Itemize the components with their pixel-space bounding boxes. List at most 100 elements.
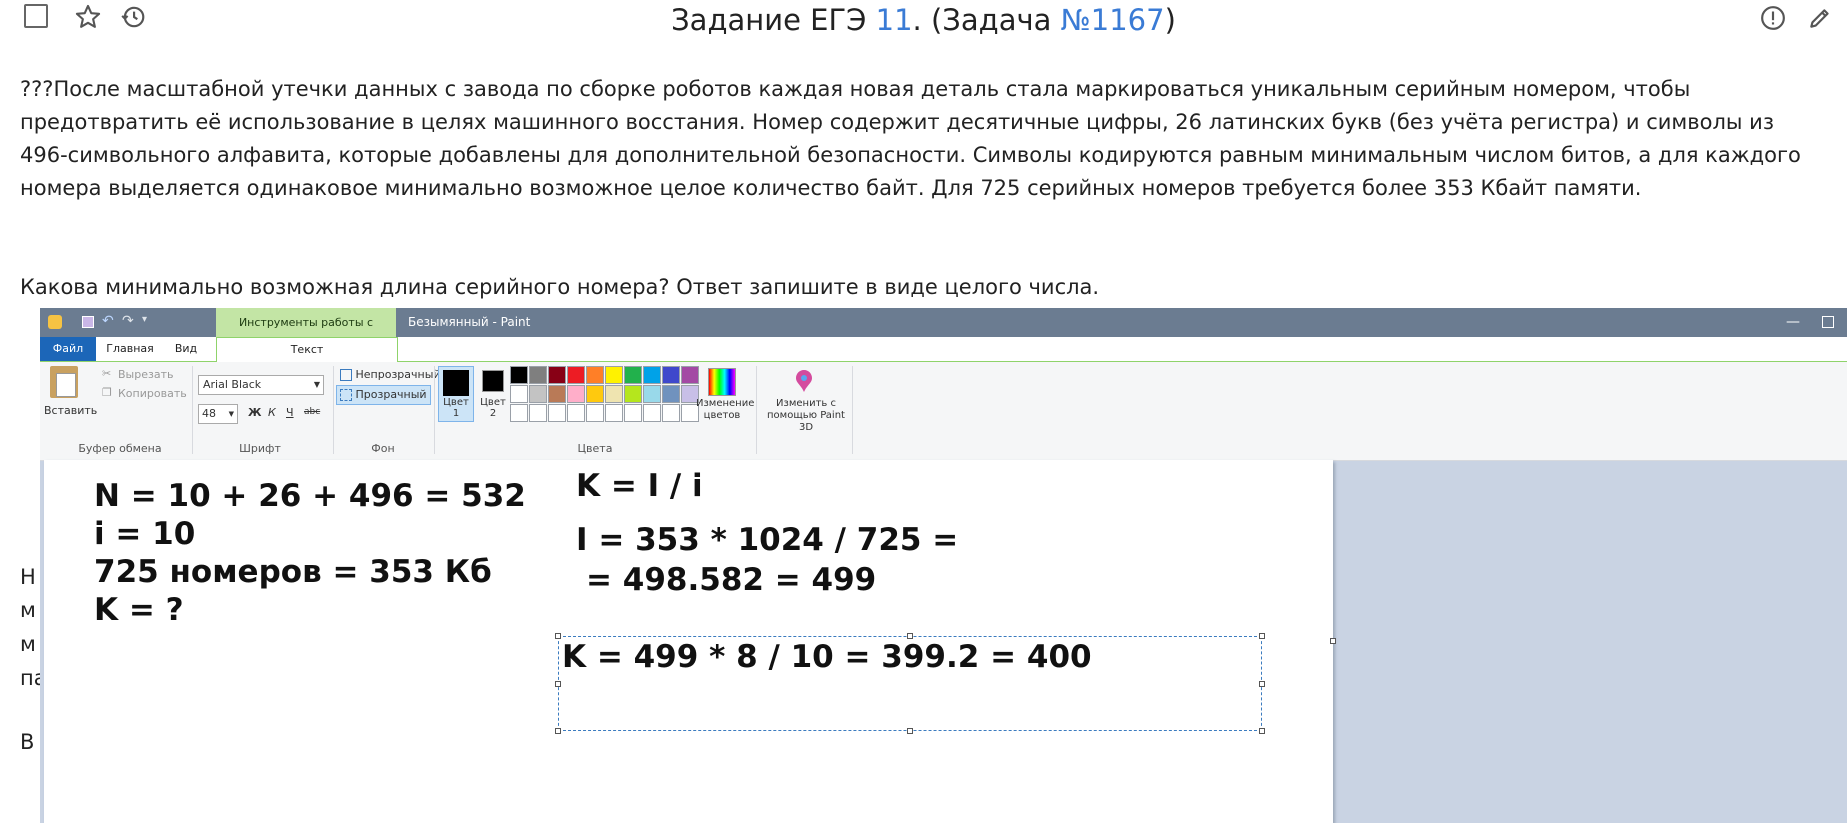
italic-button[interactable]: К [268, 406, 276, 419]
font-size-select[interactable]: 48 ▼ [198, 404, 238, 424]
palette-swatch-empty[interactable] [567, 404, 585, 422]
window-title: Безымянный - Paint [408, 315, 531, 329]
paint3d-icon[interactable] [792, 368, 816, 394]
color1-swatch [443, 370, 469, 396]
text-selection-box[interactable]: K = 499 * 8 / 10 = 399.2 = 400 [558, 636, 1262, 731]
palette-swatch-lime[interactable] [624, 385, 642, 403]
palette-swatch-black[interactable] [510, 366, 528, 384]
chevron-down-icon: ▼ [313, 380, 320, 389]
canvas-resize-handle[interactable] [1330, 638, 1336, 644]
palette-swatch-brown[interactable] [548, 385, 566, 403]
palette-swatch-lightturquoise[interactable] [643, 385, 661, 403]
redo-icon[interactable]: ↷ [122, 313, 134, 329]
separator [852, 366, 853, 454]
palette-swatch-green[interactable] [624, 366, 642, 384]
resize-handle[interactable] [907, 728, 913, 734]
undo-icon[interactable]: ↶ [102, 313, 114, 329]
palette-swatch-purple[interactable] [681, 366, 699, 384]
palette-swatch-yellow[interactable] [605, 366, 623, 384]
resize-handle[interactable] [907, 633, 913, 639]
palette-swatch-empty[interactable] [548, 404, 566, 422]
palette-swatch-empty[interactable] [529, 404, 547, 422]
palette-swatch-empty[interactable] [586, 404, 604, 422]
palette-swatch-red[interactable] [567, 366, 585, 384]
scissors-icon: ✂ [102, 367, 112, 380]
transparent-icon [340, 389, 352, 401]
edit-icon[interactable] [1807, 5, 1833, 31]
resize-handle[interactable] [555, 633, 561, 639]
font-group-label: Шрифт [239, 442, 281, 455]
palette-swatch-gold[interactable] [586, 385, 604, 403]
palette-swatch-bluegray[interactable] [662, 385, 680, 403]
minimize-button[interactable]: — [1778, 308, 1808, 337]
cut-button[interactable]: Вырезать [118, 368, 173, 381]
resize-handle[interactable] [1259, 728, 1265, 734]
resize-handle[interactable] [555, 681, 561, 687]
canvas-text-line: i = 10 [94, 516, 196, 552]
palette-swatch-rose[interactable] [567, 385, 585, 403]
resize-handle[interactable] [1259, 633, 1265, 639]
maximize-button[interactable] [1822, 316, 1834, 328]
color2-swatch[interactable] [482, 370, 504, 392]
palette-swatch-orange[interactable] [586, 366, 604, 384]
task-number: 11 [875, 3, 913, 37]
bold-button[interactable]: Ж [248, 406, 261, 419]
report-icon[interactable] [1760, 5, 1786, 31]
tab-view[interactable]: Вид [164, 337, 208, 361]
save-icon[interactable] [82, 316, 94, 328]
opaque-icon [340, 369, 352, 381]
opaque-label: Непрозрачный [355, 368, 441, 381]
text-tools-context-tab: Инструменты работы с текстом [216, 308, 396, 358]
paint-app-icon [48, 315, 62, 329]
palette-swatch-darkred[interactable] [548, 366, 566, 384]
colors-group-label: Цвета [577, 442, 613, 455]
copy-button[interactable]: Копировать [118, 387, 187, 400]
canvas-text-line: K = ? [94, 592, 184, 628]
palette-swatch-empty[interactable] [643, 404, 661, 422]
underline-button[interactable]: Ч [286, 406, 294, 419]
tab-text[interactable]: Текст [216, 337, 398, 363]
transparent-button[interactable]: Прозрачный [336, 385, 431, 405]
resize-handle[interactable] [555, 728, 561, 734]
palette-swatch-empty[interactable] [662, 404, 680, 422]
separator [756, 366, 757, 454]
palette-swatch-gray[interactable] [529, 366, 547, 384]
opaque-button[interactable]: Непрозрачный [340, 366, 441, 384]
title-mid: . (Задача [912, 3, 1061, 37]
color-picker-icon[interactable] [708, 368, 736, 396]
resize-handle[interactable] [1259, 681, 1265, 687]
paint-window: ↶ ↷ ▾ Инструменты работы с текстом Безым… [40, 308, 1847, 823]
task-link[interactable]: №1167 [1061, 3, 1165, 37]
paste-button[interactable]: Вставить [44, 404, 97, 417]
palette-swatch-lightyellow[interactable] [605, 385, 623, 403]
chevron-down-icon: ▼ [228, 410, 234, 418]
clipboard-group-label: Буфер обмена [78, 442, 162, 455]
separator [434, 366, 435, 454]
tab-home[interactable]: Главная [100, 337, 160, 361]
canvas-text-line: N = 10 + 26 + 496 = 532 [94, 478, 526, 514]
ribbon: Вставить ✂ Вырезать ❐ Копировать Буфер о… [40, 362, 1847, 461]
strikethrough-button[interactable]: abc [304, 407, 320, 417]
selected-text[interactable]: K = 499 * 8 / 10 = 399.2 = 400 [562, 639, 1092, 675]
drawing-canvas[interactable]: N = 10 + 26 + 496 = 532 i = 10 725 номер… [44, 460, 1333, 823]
quick-access-dropdown-icon[interactable]: ▾ [142, 314, 147, 325]
bg-text-fragment: м [20, 598, 36, 622]
paste-icon[interactable] [50, 366, 78, 398]
separator [192, 366, 193, 454]
canvas-text-line: I = 353 * 1024 / 725 = [576, 522, 959, 558]
font-family-select[interactable]: Arial Black ▼ [198, 375, 324, 395]
palette-swatch-white[interactable] [510, 385, 528, 403]
transparent-label: Прозрачный [355, 388, 427, 401]
palette-swatch-turquoise[interactable] [643, 366, 661, 384]
color2-label: Цвет 2 [480, 397, 506, 419]
bg-text-fragment: В [20, 730, 35, 754]
palette-swatch-empty[interactable] [624, 404, 642, 422]
paint3d-button[interactable]: Изменить с помощью Paint 3D [760, 398, 852, 434]
color1-label: Цвет 1 [443, 397, 469, 419]
edit-colors-button[interactable]: Изменение цветов [696, 398, 754, 422]
palette-swatch-empty[interactable] [510, 404, 528, 422]
palette-swatch-indigo[interactable] [662, 366, 680, 384]
palette-swatch-lightgray[interactable] [529, 385, 547, 403]
palette-swatch-empty[interactable] [605, 404, 623, 422]
tab-file[interactable]: Файл [40, 337, 96, 361]
